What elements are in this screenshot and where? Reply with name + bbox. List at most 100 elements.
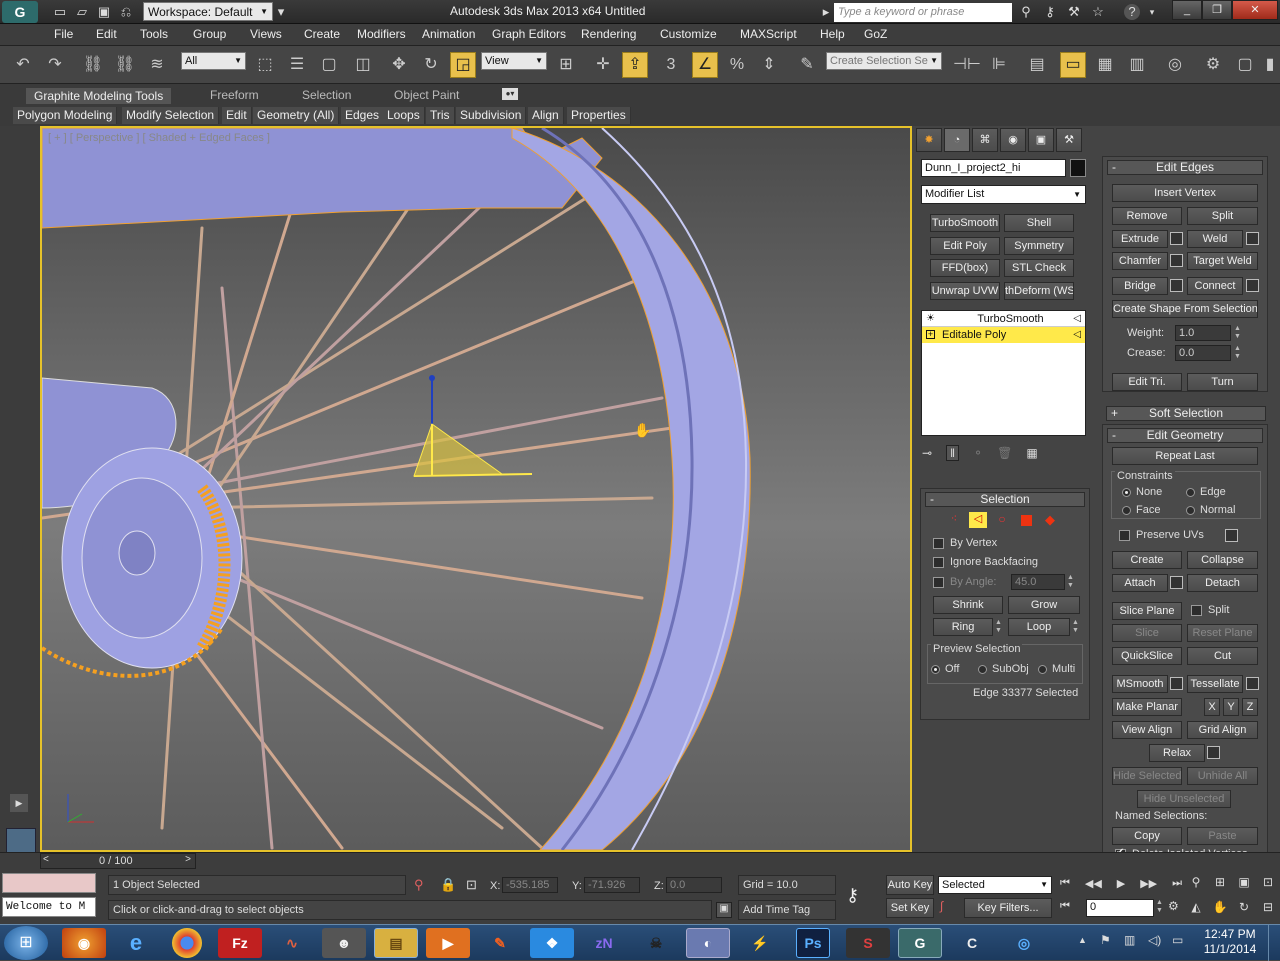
help-icon[interactable]: ? xyxy=(1124,4,1140,20)
preview-subobj-dot[interactable] xyxy=(978,664,987,674)
subtab-subdivision[interactable]: Subdivision xyxy=(456,107,527,124)
crease-spinner-icon[interactable]: ▲ ▼ xyxy=(1234,345,1244,361)
key-icon[interactable]: ⚷ xyxy=(1042,4,1058,20)
expand-plus-icon[interactable]: + xyxy=(926,330,935,339)
remove-modifier-icon[interactable]: 🗑 xyxy=(997,446,1012,460)
orbit-icon[interactable]: ↻ xyxy=(1234,900,1254,921)
maximize-button[interactable]: ❐ xyxy=(1202,0,1232,20)
weight-spinner-icon[interactable]: ▲ ▼ xyxy=(1234,325,1244,341)
copy-button[interactable]: Copy xyxy=(1112,827,1182,845)
cut-button[interactable]: Cut xyxy=(1187,647,1258,665)
quickslice-button[interactable]: QuickSlice xyxy=(1112,647,1182,665)
tray-power-icon[interactable]: ▭ xyxy=(1172,933,1183,947)
render-icon[interactable]: ▮ xyxy=(1262,52,1278,78)
rotate-icon[interactable]: ↻ xyxy=(418,52,444,78)
preview-multi-dot[interactable] xyxy=(1038,664,1047,674)
reset-plane-button[interactable]: Reset Plane xyxy=(1187,624,1258,642)
tab-freeform[interactable]: Freeform xyxy=(210,88,259,102)
stack-item-editable-poly[interactable]: + Editable Poly ◁ xyxy=(922,327,1085,343)
grid-align-button[interactable]: Grid Align xyxy=(1187,721,1258,739)
angle-snap-icon[interactable]: ∠ xyxy=(692,52,718,78)
hierarchy-tab-icon[interactable]: ⌘ xyxy=(972,128,998,152)
split-button[interactable]: Split xyxy=(1187,207,1258,225)
selection-filter-select[interactable]: All ▼ xyxy=(181,52,246,70)
display-tab-icon[interactable]: ▣ xyxy=(1028,128,1054,152)
preserve-uvs-check[interactable] xyxy=(1119,529,1130,541)
pin-stack-icon[interactable]: ⊸ xyxy=(922,446,932,460)
link-icon[interactable]: ⛓ xyxy=(80,52,106,78)
make-unique-icon[interactable]: ⚬ xyxy=(973,446,983,460)
detach-button[interactable]: Detach xyxy=(1187,574,1258,592)
preview-multi-radio[interactable]: Multi xyxy=(1038,663,1075,675)
modifier-turbosmooth-button[interactable]: TurboSmooth xyxy=(930,214,1000,232)
preview-off-dot[interactable] xyxy=(931,664,940,674)
modifier-shell-button[interactable]: Shell xyxy=(1004,214,1074,232)
menu-modifiers[interactable]: Modifiers xyxy=(357,27,406,41)
ignore-backfacing-checkbox[interactable]: Ignore Backfacing xyxy=(933,556,1038,568)
bridge-settings-icon[interactable] xyxy=(1170,279,1183,292)
taskbar-app18-icon[interactable]: C xyxy=(950,928,994,958)
subtab-properties[interactable]: Properties xyxy=(567,107,631,124)
star-icon[interactable]: ☆ xyxy=(1090,4,1106,20)
tray-clock[interactable]: 12:47 PM 11/1/2014 xyxy=(1198,927,1262,957)
save-file-icon[interactable]: ▣ xyxy=(96,4,112,20)
extrude-settings-icon[interactable] xyxy=(1170,232,1183,245)
grow-button[interactable]: Grow xyxy=(1008,596,1080,614)
ref-coord-select[interactable]: View ▼ xyxy=(481,52,547,70)
menu-goz[interactable]: GoZ xyxy=(864,27,887,41)
add-time-tag-icon[interactable]: ▣ xyxy=(716,902,732,918)
msmooth-button[interactable]: MSmooth xyxy=(1112,675,1168,693)
time-config-icon[interactable]: ⚙ xyxy=(1168,899,1179,913)
absolute-mode-icon[interactable]: ⊡ xyxy=(466,877,477,893)
menu-graph-editors[interactable]: Graph Editors xyxy=(492,27,566,41)
loop-spinner-icon[interactable]: ▲ ▼ xyxy=(1072,619,1082,635)
modifier-stack[interactable]: ☀ TurboSmooth ◁ + Editable Poly ◁ xyxy=(921,310,1086,436)
set-key-button[interactable]: Set Key xyxy=(886,898,934,918)
search-expand-icon[interactable]: ▸ xyxy=(818,4,834,20)
workspace-dropdown-icon[interactable]: ▾ xyxy=(273,4,289,20)
selection-rollout-header[interactable]: - Selection xyxy=(925,492,1085,507)
hide-selected-button[interactable]: Hide Selected xyxy=(1112,767,1182,785)
motion-tab-icon[interactable]: ◉ xyxy=(1000,128,1026,152)
zoom-extents-all-icon[interactable]: ⊡ xyxy=(1258,875,1278,896)
percent-snap-icon[interactable]: % xyxy=(724,52,750,78)
shrink-button[interactable]: Shrink xyxy=(933,596,1003,614)
prev-frame-icon[interactable]: ◀◀ xyxy=(1085,877,1102,895)
split-check[interactable] xyxy=(1191,604,1202,616)
taskbar-filezilla-icon[interactable]: Fz xyxy=(218,928,262,958)
select-by-name-icon[interactable]: ☰ xyxy=(284,52,310,78)
new-scene-icon[interactable]: ▭ xyxy=(52,4,68,20)
menu-views[interactable]: Views xyxy=(250,27,282,41)
slice-plane-button[interactable]: Slice Plane xyxy=(1112,602,1182,620)
subtab-polygon-modeling[interactable]: Polygon Modeling xyxy=(13,107,118,124)
play-icon[interactable]: ▶ xyxy=(1117,877,1125,895)
split-checkbox[interactable]: Split xyxy=(1191,604,1229,616)
weight-field[interactable]: 1.0 xyxy=(1175,325,1231,341)
target-weld-button[interactable]: Target Weld xyxy=(1187,252,1258,270)
taskbar-app11-icon[interactable]: zN xyxy=(582,928,626,958)
menu-customize[interactable]: Customize xyxy=(660,27,717,41)
constraint-normal-dot[interactable] xyxy=(1186,505,1195,515)
edit-named-sets-icon[interactable]: ✎ xyxy=(794,52,820,78)
snaps-toggle-icon[interactable]: 3 xyxy=(658,52,684,78)
zoom-icon[interactable]: ⚲ xyxy=(1186,875,1206,896)
menu-file[interactable]: File xyxy=(54,27,73,41)
ring-spinner-icon[interactable]: ▲ ▼ xyxy=(995,619,1005,635)
current-frame-field[interactable]: 0 xyxy=(1086,899,1154,917)
lightbulb-icon[interactable]: ☀ xyxy=(926,311,935,327)
edit-edges-header[interactable]: - Edit Edges xyxy=(1107,160,1263,175)
chamfer-settings-icon[interactable] xyxy=(1170,254,1183,267)
repeat-last-button[interactable]: Repeat Last xyxy=(1112,447,1258,465)
pivot-center-icon[interactable]: ⊞ xyxy=(553,52,579,78)
object-color-swatch[interactable] xyxy=(1070,159,1086,177)
extrude-button[interactable]: Extrude xyxy=(1112,230,1168,248)
border-mode-icon[interactable]: ○ xyxy=(993,512,1011,528)
show-desktop-button[interactable] xyxy=(1268,925,1280,961)
by-angle-field[interactable]: 45.0 xyxy=(1011,574,1065,590)
slice-button[interactable]: Slice xyxy=(1112,624,1182,642)
view-align-button[interactable]: View Align xyxy=(1112,721,1182,739)
viewport-label[interactable]: [ + ] [ Perspective ] [ Shaded + Edged F… xyxy=(48,132,270,144)
unhide-all-button[interactable]: Unhide All xyxy=(1187,767,1258,785)
help-dropdown-icon[interactable]: ▾ xyxy=(1144,4,1160,20)
maxscript-listener-input[interactable] xyxy=(2,873,96,893)
